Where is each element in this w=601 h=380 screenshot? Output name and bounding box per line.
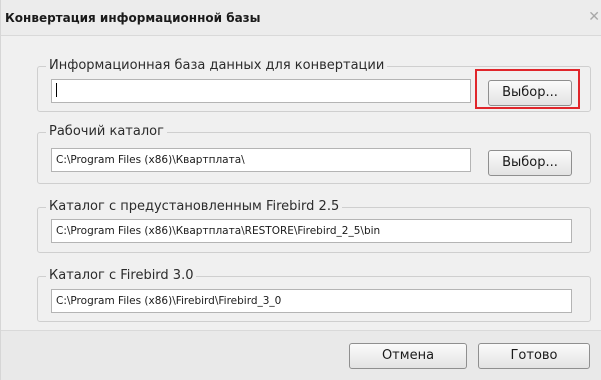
cancel-button[interactable]: Отмена — [349, 343, 467, 369]
close-icon[interactable]: ✕ — [586, 9, 600, 25]
done-button[interactable]: Готово — [478, 343, 590, 369]
title-bar[interactable]: Конвертация информационной базы ✕ — [1, 0, 601, 36]
firebird30-path-input[interactable]: C:\Program Files (x86)\Firebird\Firebird… — [51, 289, 572, 313]
workdir-path-value: C:\Program Files (x86)\Квартплата\ — [56, 154, 245, 166]
highlight-frame — [475, 69, 580, 109]
workdir-path-input[interactable]: C:\Program Files (x86)\Квартплата\ — [51, 148, 471, 172]
dialog-title: Конвертация информационной базы — [5, 11, 261, 25]
infobase-group-legend: Информационная база данных для конвертац… — [46, 58, 388, 74]
firebird25-path-input[interactable]: C:\Program Files (x86)\Квартплата\RESTOR… — [51, 219, 572, 243]
firebird25-group-legend: Каталог с предустановленным Firebird 2.5 — [46, 199, 343, 215]
button-bar: Отмена Готово — [1, 330, 601, 380]
firebird25-path-value: C:\Program Files (x86)\Квартплата\RESTOR… — [56, 225, 381, 237]
infobase-path-input[interactable] — [51, 79, 471, 103]
workdir-browse-button[interactable]: Выбор... — [488, 150, 572, 176]
convert-infobase-dialog: Конвертация информационной базы ✕ Информ… — [0, 0, 601, 380]
firebird30-path-value: C:\Program Files (x86)\Firebird\Firebird… — [56, 295, 282, 307]
text-caret — [56, 83, 57, 97]
workdir-group-legend: Рабочий каталог — [46, 124, 167, 140]
firebird30-group-legend: Каталог с Firebird 3.0 — [46, 268, 197, 284]
